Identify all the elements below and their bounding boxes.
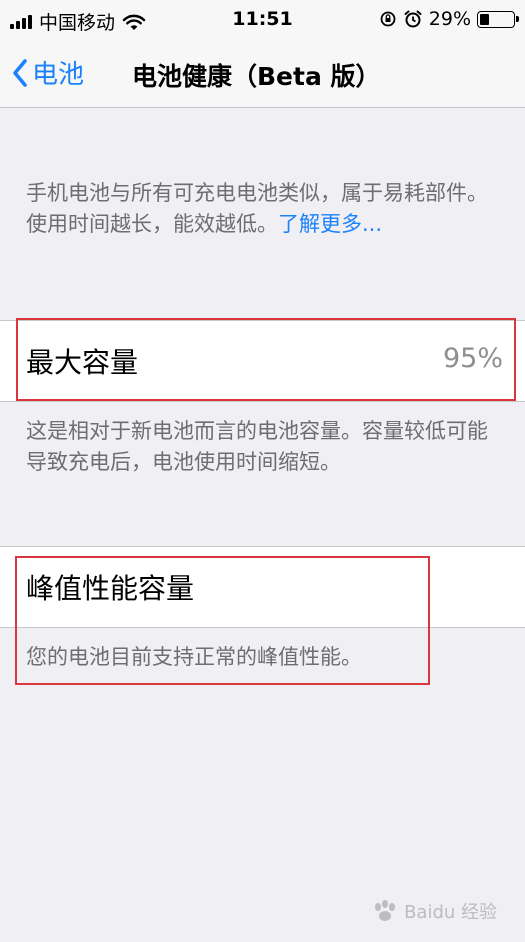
battery-icon bbox=[477, 10, 519, 28]
page-title: 电池健康（Beta 版） bbox=[132, 62, 381, 91]
screen: 中国移动 11:51 29% 电池 电池健康（Beta 版） 手机电池与所有可充… bbox=[0, 0, 525, 942]
back-button[interactable]: 电池 bbox=[12, 54, 84, 91]
intro-description: 手机电池与所有可充电电池类似，属于易耗部件。使用时间越长，能效越低。了解更多..… bbox=[26, 178, 496, 240]
paw-icon bbox=[375, 900, 396, 921]
status-right: 29% bbox=[379, 8, 519, 30]
learn-more-link[interactable]: 了解更多... bbox=[278, 212, 382, 236]
max-capacity-description: 这是相对于新电池而言的电池容量。容量较低可能导致充电后，电池使用时间缩短。 bbox=[26, 419, 488, 474]
intro-text: 手机电池与所有可充电电池类似，属于易耗部件。使用时间越长，能效越低。 bbox=[26, 181, 488, 236]
highlight-box-max-capacity bbox=[16, 318, 516, 401]
battery-fill bbox=[480, 13, 490, 25]
alarm-icon bbox=[404, 10, 422, 28]
watermark-text: Baidu 经验 bbox=[404, 902, 497, 923]
navigation-bar: 电池 电池健康（Beta 版） bbox=[0, 40, 525, 108]
back-label: 电池 bbox=[32, 60, 85, 90]
battery-percent: 29% bbox=[428, 8, 471, 30]
highlight-box-peak-performance bbox=[15, 556, 430, 685]
chevron-left-icon bbox=[13, 58, 27, 87]
status-bar: 中国移动 11:51 29% bbox=[0, 0, 525, 40]
orientation-lock-icon bbox=[380, 11, 396, 27]
watermark: Baidu 经验 bbox=[372, 898, 497, 924]
